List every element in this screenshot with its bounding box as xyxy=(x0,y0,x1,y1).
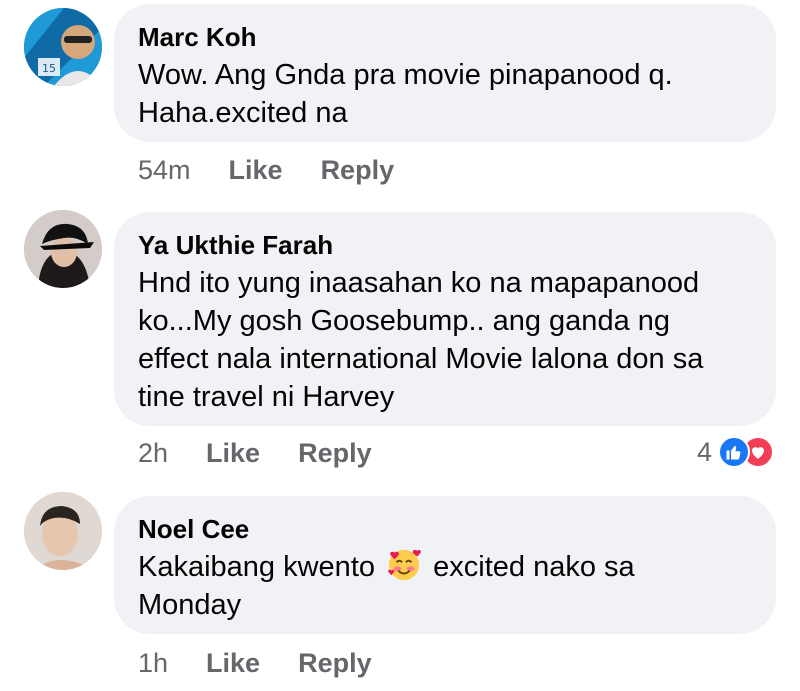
comment-text: Wow. Ang Gnda pra movie pinapanood q. Ha… xyxy=(138,56,750,132)
reaction-count: 4 xyxy=(696,436,712,467)
comment-text-line: tine travel ni Harvey xyxy=(138,381,395,413)
avatar-image xyxy=(24,492,102,570)
reply-button[interactable]: Reply xyxy=(298,438,372,468)
smiling-face-with-hearts-icon xyxy=(388,549,421,581)
like-button[interactable]: Like xyxy=(229,155,283,185)
like-icon xyxy=(718,436,750,468)
avatar[interactable]: 15 xyxy=(24,8,102,86)
comment-author[interactable]: Marc Koh xyxy=(138,22,750,52)
comment-bubble: Noel Cee Kakaibang kwento excited nako s… xyxy=(114,496,776,634)
comment-text-line: Monday xyxy=(138,589,242,621)
comment-timestamp[interactable]: 2h xyxy=(138,438,168,468)
comment-text-line: ko...My gosh Goosebump.. ang ganda ng xyxy=(138,305,671,337)
avatar-badge: 15 xyxy=(42,62,56,75)
comment-text-segment: excited nako sa xyxy=(433,551,635,583)
comment-text: Hnd ito yung inaasahan ko na mapapanood … xyxy=(138,264,750,416)
like-button[interactable]: Like xyxy=(206,648,260,678)
comment-bubble: Marc Koh Wow. Ang Gnda pra movie pinapan… xyxy=(114,4,776,142)
comment-text-segment: Kakaibang kwento xyxy=(138,551,375,583)
reaction-summary[interactable]: 4 xyxy=(697,436,774,468)
comment-text-line: effect nala international Movie lalona d… xyxy=(138,343,704,375)
comment-actions: 2h Like Reply xyxy=(138,438,372,468)
avatar[interactable] xyxy=(24,210,102,288)
comment-timestamp[interactable]: 54m xyxy=(138,155,191,185)
comment-bubble: Ya Ukthie Farah Hnd ito yung inaasahan k… xyxy=(114,212,776,426)
reply-button[interactable]: Reply xyxy=(321,155,395,185)
reply-button[interactable]: Reply xyxy=(298,648,372,678)
comment-text-line: Hnd ito yung inaasahan ko na mapapanood xyxy=(138,267,700,299)
avatar-image: 15 xyxy=(24,8,102,86)
like-button[interactable]: Like xyxy=(206,438,260,468)
comment-text: Kakaibang kwento excited nako sa Monday xyxy=(138,548,750,624)
comment-author[interactable]: Noel Cee xyxy=(138,514,750,544)
comment-text-line: Wow. Ang Gnda pra movie pinapanood q. xyxy=(138,59,673,91)
comment-actions: 54m Like Reply xyxy=(138,155,394,185)
avatar-image xyxy=(24,210,102,288)
comment-timestamp[interactable]: 1h xyxy=(138,648,168,678)
avatar[interactable] xyxy=(24,492,102,570)
comment-text-line: Haha.excited na xyxy=(138,97,348,129)
comment-actions: 1h Like Reply xyxy=(138,648,372,678)
comment-text-line: Kakaibang kwento excited nako sa xyxy=(138,548,750,586)
comment-author[interactable]: Ya Ukthie Farah xyxy=(138,230,750,260)
